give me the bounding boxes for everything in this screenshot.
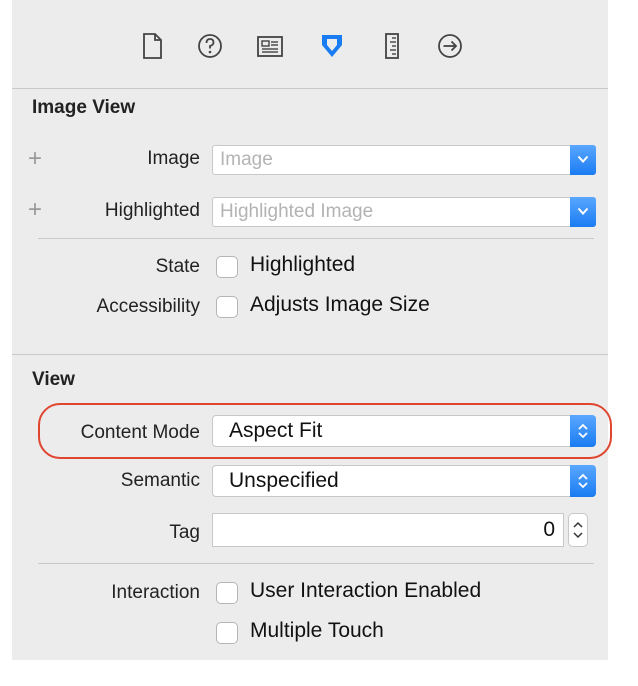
state-highlighted-option: Highlighted [250, 253, 356, 276]
file-icon[interactable] [134, 28, 170, 64]
help-icon[interactable] [192, 28, 228, 64]
semantic-stepper-button[interactable] [570, 465, 596, 497]
content-mode-annotation-ring [38, 403, 612, 459]
size-ruler-icon[interactable] [374, 28, 410, 64]
view-section-title: View [32, 369, 75, 390]
adjusts-image-size-option: Adjusts Image Size [250, 293, 430, 316]
multiple-touch-checkbox[interactable] [216, 622, 238, 644]
state-highlighted-checkbox[interactable] [216, 256, 238, 278]
tag-field[interactable]: 0 [212, 513, 564, 547]
highlighted-image-combo-box[interactable]: Highlighted Image [212, 197, 596, 227]
image-view-section-title: Image View [32, 97, 136, 118]
semantic-label: Semantic [120, 470, 200, 491]
up-down-chevron-icon [573, 521, 583, 539]
section-separator [12, 354, 608, 355]
accessibility-label: Accessibility [96, 296, 200, 317]
attributes-inspector-panel: Image View + Image Image + Highlighted H… [12, 0, 612, 660]
add-variation-highlighted-icon[interactable]: + [28, 198, 42, 222]
chevron-down-icon [577, 207, 589, 215]
highlighted-dropdown-button[interactable] [570, 197, 596, 227]
section-divider [38, 238, 594, 239]
adjusts-image-size-checkbox[interactable] [216, 296, 238, 318]
connections-icon[interactable] [432, 28, 468, 64]
user-interaction-enabled-checkbox[interactable] [216, 582, 238, 604]
image-combo-box[interactable]: Image [212, 145, 596, 175]
attributes-icon[interactable] [314, 28, 350, 64]
image-placeholder: Image [220, 149, 273, 170]
image-label: Image [147, 148, 200, 169]
highlighted-image-placeholder: Highlighted Image [220, 201, 374, 222]
multiple-touch-option: Multiple Touch [250, 619, 384, 642]
tag-stepper[interactable] [568, 513, 588, 547]
add-variation-image-icon[interactable]: + [28, 147, 42, 171]
user-interaction-enabled-option: User Interaction Enabled [250, 579, 482, 602]
inspector-toolbar [12, 0, 608, 89]
up-down-chevron-icon [578, 473, 588, 489]
interaction-label: Interaction [111, 582, 200, 603]
section-divider [38, 563, 594, 564]
tag-value: 0 [543, 518, 555, 541]
semantic-value: Unspecified [229, 469, 339, 492]
tag-label: Tag [169, 522, 200, 543]
state-label: State [155, 256, 200, 277]
image-dropdown-button[interactable] [570, 145, 596, 175]
highlighted-label: Highlighted [104, 200, 200, 221]
semantic-popup[interactable]: Unspecified [212, 465, 596, 497]
chevron-down-icon [577, 155, 589, 163]
identity-icon[interactable] [252, 28, 288, 64]
